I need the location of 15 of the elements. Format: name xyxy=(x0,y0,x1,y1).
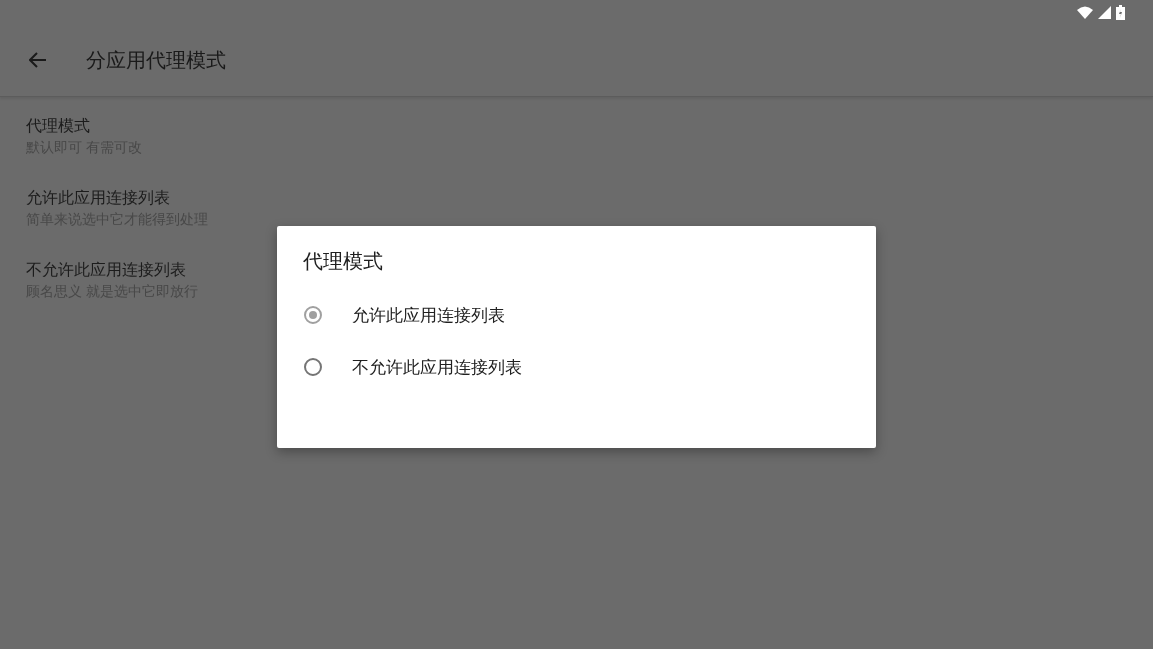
radio-option[interactable]: 允许此应用连接列表 xyxy=(277,289,876,341)
radio-button[interactable] xyxy=(304,358,322,376)
back-arrow-icon xyxy=(29,52,47,68)
setting-title: 代理模式 xyxy=(26,115,90,137)
battery-icon xyxy=(1116,4,1125,20)
option-label: 不允许此应用连接列表 xyxy=(352,355,522,379)
radio-option[interactable]: 不允许此应用连接列表 xyxy=(277,341,876,393)
option-label: 允许此应用连接列表 xyxy=(352,303,505,327)
setting-title: 允许此应用连接列表 xyxy=(26,187,170,209)
dialog-title: 代理模式 xyxy=(302,248,384,275)
signal-icon xyxy=(1098,5,1111,19)
radio-button[interactable] xyxy=(304,306,322,324)
wifi-icon xyxy=(1077,5,1093,19)
screen-title: 分应用代理模式 xyxy=(86,46,226,74)
setting-title: 不允许此应用连接列表 xyxy=(26,259,186,281)
